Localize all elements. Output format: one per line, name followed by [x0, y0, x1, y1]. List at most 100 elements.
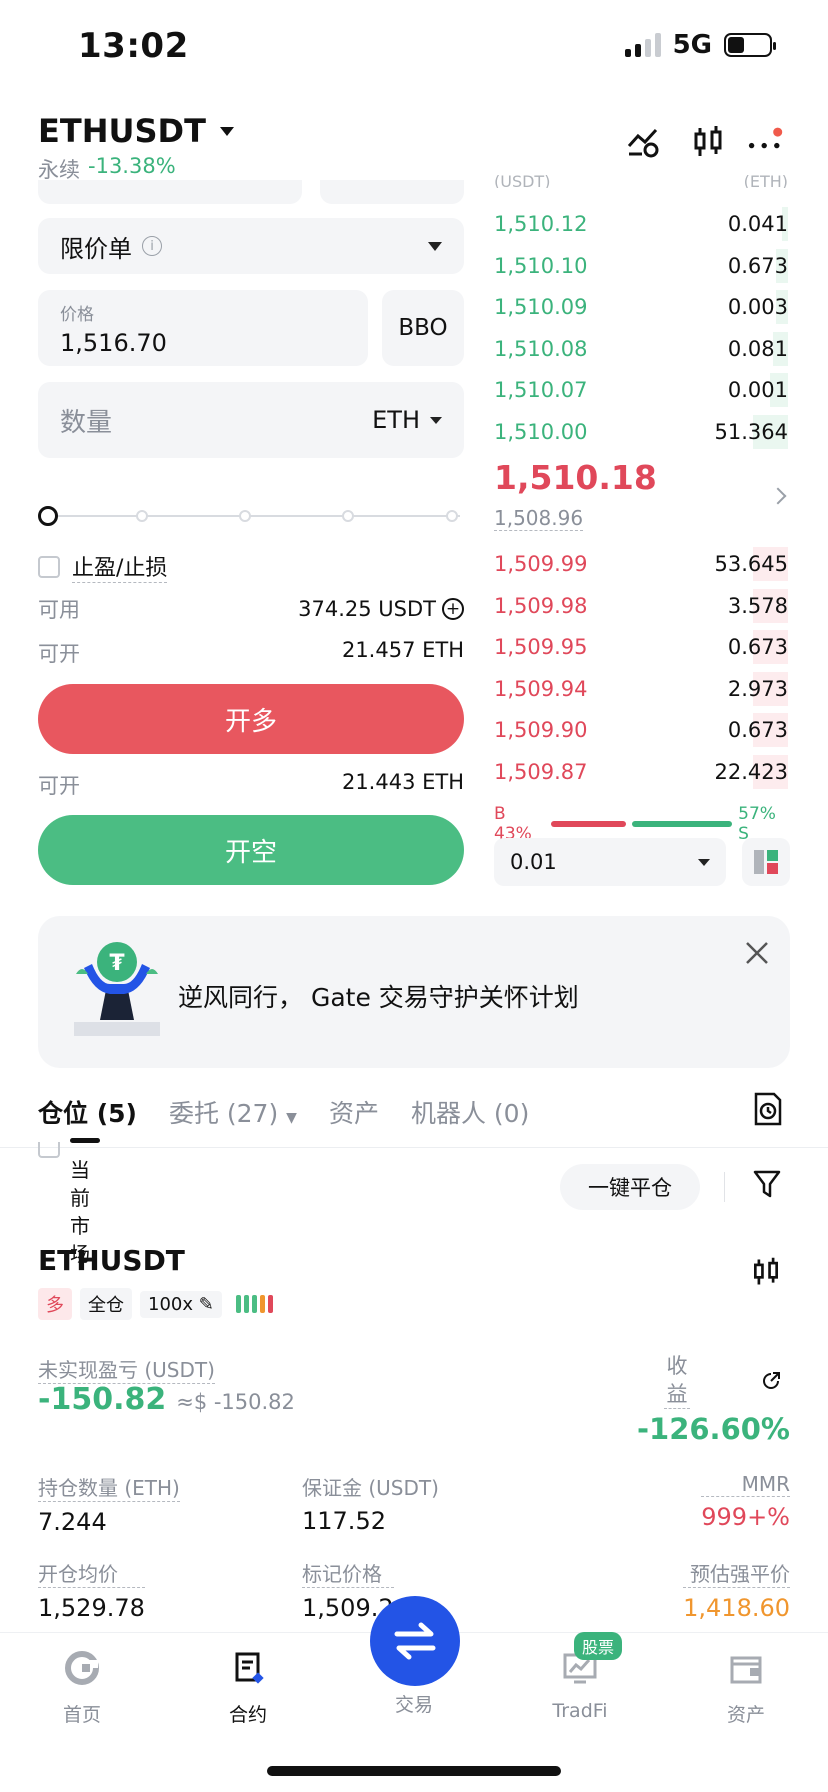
max-short-value: 21.443 ETH [341, 770, 464, 794]
slider-tick[interactable] [136, 510, 148, 522]
orderbook-qty: 0.041 [727, 212, 788, 236]
tpsl-label: 止盈/止损 [72, 550, 168, 583]
orderbook-row[interactable]: 1,510.08 0.081 [494, 330, 788, 368]
bbo-button[interactable]: BBO [382, 290, 464, 366]
candlestick-icon[interactable] [690, 124, 726, 160]
tab-bots[interactable]: 机器人 (0) [411, 1094, 529, 1130]
strategy-icon[interactable] [626, 124, 662, 160]
chevron-down-icon [430, 416, 442, 424]
tab-assets[interactable]: 资产 [329, 1094, 379, 1130]
nav-futures[interactable]: 合约 [188, 1650, 308, 1727]
orderbook-qty: 0.673 [727, 635, 788, 659]
orderbook-row[interactable]: 1,509.95 0.673 [494, 628, 788, 666]
orderbook-row[interactable]: 1,509.98 3.578 [494, 587, 788, 625]
orderbook-price: 1,510.10 [494, 253, 588, 278]
mark-price-label: 标记价格 [302, 1558, 394, 1588]
quantity-placeholder: 数量 [60, 407, 113, 438]
entry-price-label: 开仓均价 [38, 1558, 145, 1588]
close-icon[interactable] [744, 940, 770, 966]
network-label: 5G [672, 30, 712, 60]
candlestick-icon[interactable] [750, 1256, 782, 1288]
edit-icon: ✎ [198, 1293, 214, 1315]
liq-price-label: 预估强平价 [683, 1558, 790, 1588]
orderbook-row[interactable]: 1,509.90 0.673 [494, 711, 788, 749]
more-icon[interactable] [748, 124, 784, 160]
tab-positions[interactable]: 仓位 (5) [38, 1094, 137, 1130]
nav-assets[interactable]: 资产 [686, 1650, 806, 1727]
chevron-down-icon [428, 241, 442, 251]
open-long-button[interactable]: 开多 [38, 684, 464, 754]
unrealized-pnl-label: 未实现盈亏 (USDT) [38, 1354, 215, 1384]
pair-selector[interactable]: ETHUSDT [38, 112, 234, 150]
orderbook-row[interactable]: 1,510.12 0.041 [494, 205, 788, 243]
close-all-button[interactable]: 一键平仓 [560, 1164, 700, 1210]
entry-price-value: 1,529.78 [38, 1594, 145, 1622]
max-long-value: 21.457 ETH [341, 638, 464, 662]
nav-assets-label: 资产 [726, 1704, 765, 1726]
current-market-checkbox[interactable] [38, 1142, 60, 1158]
orderbook-row[interactable]: 1,509.94 2.973 [494, 670, 788, 708]
orderbook-row[interactable]: 1,509.87 22.423 [494, 753, 788, 791]
last-price: 1,510.18 [494, 458, 657, 497]
orderbook-row[interactable]: 1,510.09 0.003 [494, 288, 788, 326]
slider-tick[interactable] [239, 510, 251, 522]
margin-mode-tag: 全仓 [80, 1288, 132, 1320]
trade-button[interactable] [370, 1596, 460, 1686]
order-type-select[interactable]: 限价单 i [38, 218, 464, 274]
liq-price: 预估强平价 1,418.60 [683, 1558, 790, 1622]
tab-orders-label: 委托 (27) [168, 1099, 279, 1128]
orderbook-price: 1,509.90 [494, 718, 588, 742]
quantity-slider[interactable] [38, 506, 464, 526]
orderbook-qty: 0.673 [727, 718, 788, 742]
slider-knob[interactable] [38, 506, 58, 526]
position-size: 持仓数量 (ETH) 7.244 [38, 1472, 180, 1536]
orderbook-row[interactable]: 1,509.99 53.645 [494, 545, 788, 583]
margin-label: 保证金 (USDT) [302, 1476, 439, 1500]
margin-mode-select[interactable] [38, 180, 302, 204]
svg-text:₮: ₮ [109, 951, 125, 976]
chevron-down-icon: ▼ [286, 1110, 297, 1126]
leverage-select[interactable] [320, 180, 464, 204]
tpsl-toggle[interactable]: 止盈/止损 [38, 550, 168, 583]
nav-tradfi[interactable]: TradFi [520, 1650, 640, 1722]
nav-futures-label: 合约 [228, 1704, 267, 1726]
slider-tick[interactable] [342, 510, 354, 522]
orderbook-qty: 3.578 [727, 593, 788, 618]
quantity-input[interactable]: 数量 ETH [38, 382, 464, 458]
chevron-right-icon[interactable] [769, 487, 787, 505]
entry-price: 开仓均价 1,529.78 [38, 1558, 145, 1622]
orderbook-row[interactable]: 1,510.00 51.364 [494, 413, 788, 451]
price-value[interactable]: 1,516.70 [60, 329, 346, 357]
slider-tick[interactable] [446, 510, 458, 522]
position-symbol[interactable]: ETHUSDT [38, 1244, 185, 1277]
orderbook-price: 1,509.94 [494, 676, 588, 701]
precision-select[interactable]: 0.01 [494, 838, 726, 886]
open-short-button[interactable]: 开空 [38, 815, 464, 885]
filter-icon[interactable] [752, 1168, 782, 1200]
orderbook-row[interactable]: 1,510.10 0.673 [494, 247, 788, 285]
orderbook-price: 1,509.95 [494, 635, 588, 659]
tab-orders[interactable]: 委托 (27) ▼ [169, 1094, 297, 1130]
tpsl-checkbox[interactable] [38, 555, 60, 578]
history-icon[interactable] [752, 1092, 782, 1126]
orderbook-qty: 0.673 [727, 253, 788, 278]
orderbook-price: 1,510.12 [494, 212, 588, 236]
info-icon[interactable]: i [142, 236, 162, 256]
transfer-plus-icon[interactable]: + [442, 598, 464, 620]
orderbook-qty: 0.081 [727, 336, 788, 361]
orderbook-row[interactable]: 1,510.07 0.001 [494, 371, 788, 409]
position-side-tag: 多 [38, 1288, 72, 1320]
max-short-label: 可开 [38, 774, 80, 798]
orderbook-layout-icon[interactable] [742, 838, 790, 886]
orderbook-price: 1,509.98 [494, 593, 588, 618]
leverage-tag[interactable]: 100x ✎ [140, 1290, 222, 1318]
share-icon[interactable] [760, 1370, 782, 1392]
nav-home-label: 首页 [62, 1704, 101, 1726]
mmr-label: MMR [701, 1472, 790, 1497]
price-input[interactable]: 价格 1,516.70 [38, 290, 368, 366]
quantity-unit-select[interactable]: ETH [372, 406, 442, 434]
care-plan-illustration-icon: ₮ [74, 942, 160, 1036]
nav-trade[interactable]: 交易 [354, 1690, 474, 1717]
orderbook-price: 1,510.09 [494, 295, 588, 319]
nav-home[interactable]: 首页 [22, 1650, 142, 1727]
